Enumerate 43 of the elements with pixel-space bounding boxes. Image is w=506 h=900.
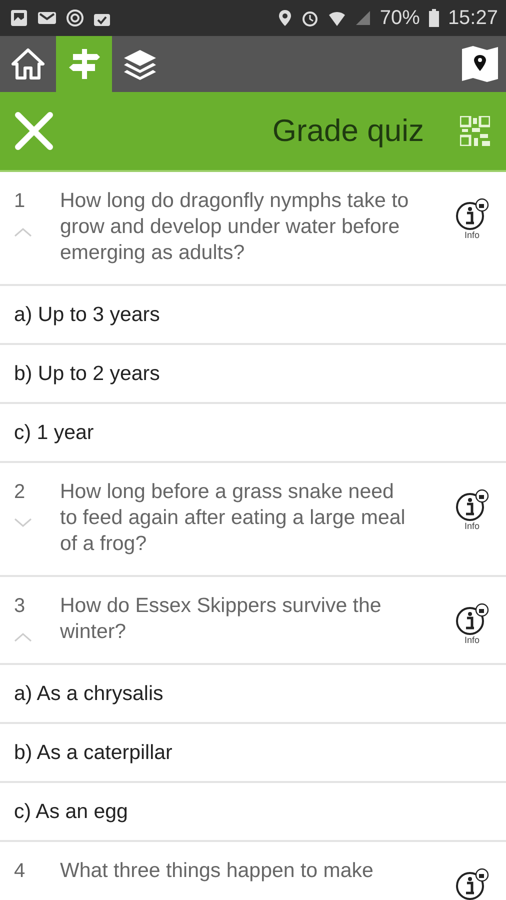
- mail-icon: [37, 10, 57, 26]
- location-icon: [278, 9, 292, 27]
- info-icon[interactable]: [454, 198, 490, 230]
- question-row[interactable]: 3 How do Essex Skippers survive the winter? Info: [0, 577, 506, 665]
- battery-icon: [428, 9, 439, 27]
- map-pin-icon: [460, 45, 500, 83]
- image-icon: [10, 9, 28, 27]
- answer-option[interactable]: a) Up to 3 years: [0, 286, 506, 345]
- close-icon: [14, 111, 54, 151]
- info-icon[interactable]: [454, 868, 490, 900]
- layers-icon: [122, 47, 158, 81]
- answer-option[interactable]: c) 1 year: [0, 404, 506, 463]
- qr-code-icon: [460, 116, 490, 146]
- info-icon[interactable]: [454, 603, 490, 635]
- question-number: 2: [14, 481, 26, 504]
- question-row[interactable]: 1 How long do dragonfly nymphs take to grow and develop under water before emerging as adults? Info: [0, 172, 506, 286]
- question-text: How long do dragonfly nymphs take to grow and develop under water before emerging as adults?: [60, 188, 410, 266]
- wifi-icon: [328, 9, 346, 27]
- info-label: Info: [464, 635, 480, 645]
- question-number: 3: [14, 595, 26, 618]
- answer-option[interactable]: a) As a chrysalis: [0, 665, 506, 724]
- question-text: What three things happen to make: [60, 858, 374, 884]
- info-label: Info: [464, 230, 480, 240]
- info-icon[interactable]: [454, 489, 490, 521]
- signpost-icon: [67, 47, 101, 81]
- question-text: How long before a grass snake need to feed again after eating a large meal of a frog?: [60, 479, 406, 557]
- question-row[interactable]: 4 What three things happen to make: [0, 842, 506, 900]
- question-text: How do Essex Skippers survive the winter?: [60, 593, 382, 645]
- info-label: Info: [464, 521, 480, 531]
- page-title: Grade quiz: [271, 113, 424, 149]
- answer-option[interactable]: b) Up to 2 years: [0, 345, 506, 404]
- question-row[interactable]: 2 How long before a grass snake need to feed again after eating a large meal of a frog? Info: [0, 463, 506, 577]
- home-icon: [11, 47, 45, 81]
- answer-option[interactable]: c) As an egg: [0, 783, 506, 842]
- question-number: 1: [14, 190, 26, 213]
- clock-time: 15:27: [448, 6, 498, 30]
- answer-option[interactable]: b) As a caterpillar: [0, 724, 506, 783]
- alarm-icon: [300, 9, 319, 27]
- question-number: 4: [14, 860, 26, 883]
- sync-icon: [66, 9, 84, 27]
- battery-percentage: 70%: [380, 6, 420, 30]
- close-button[interactable]: [14, 111, 54, 151]
- signal-icon: [354, 10, 371, 26]
